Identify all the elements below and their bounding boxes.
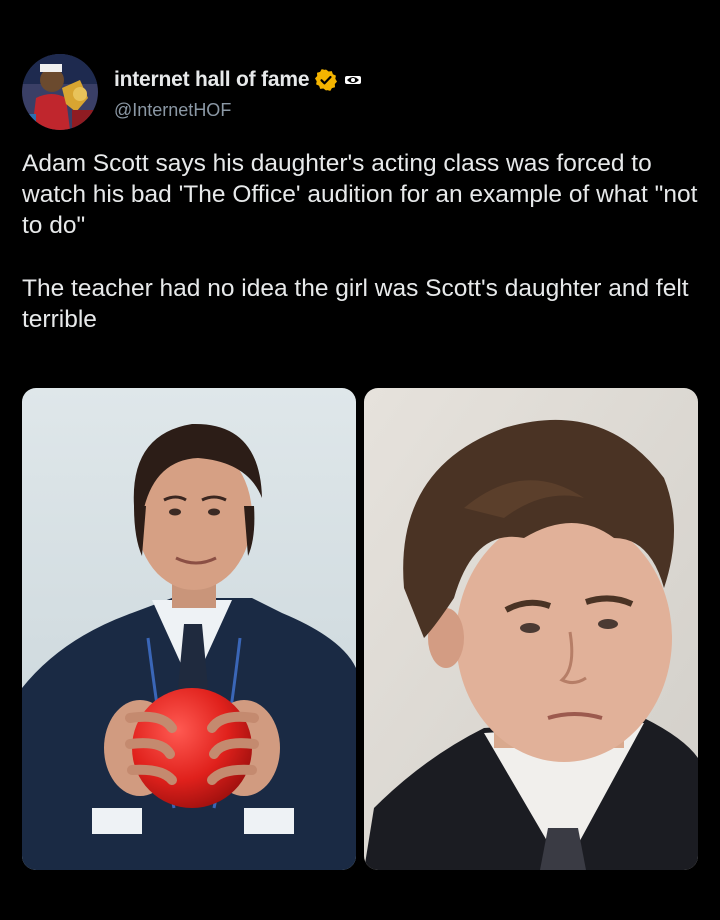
display-name[interactable]: internet hall of fame	[114, 68, 310, 92]
tweet-text: Adam Scott says his daughter's acting cl…	[22, 148, 702, 335]
media-image-right[interactable]	[364, 388, 698, 870]
user-handle[interactable]: @InternetHOF	[114, 100, 364, 121]
tweet-card: internet hall of fame @InternetHOF Adam …	[0, 0, 720, 920]
avatar[interactable]	[22, 54, 98, 130]
avatar-image	[22, 54, 98, 130]
media-image-left[interactable]	[22, 388, 356, 870]
tweet-paragraph-2: The teacher had no idea the girl was Sco…	[22, 275, 689, 333]
verified-badge-icon	[315, 68, 338, 91]
affiliate-badge-icon	[345, 75, 362, 84]
photo-man-audition-still	[364, 388, 698, 870]
tweet-paragraph-1: Adam Scott says his daughter's acting cl…	[22, 150, 698, 239]
photo-man-holding-red-ball	[22, 388, 356, 870]
tweet-header: internet hall of fame @InternetHOF	[22, 54, 364, 130]
